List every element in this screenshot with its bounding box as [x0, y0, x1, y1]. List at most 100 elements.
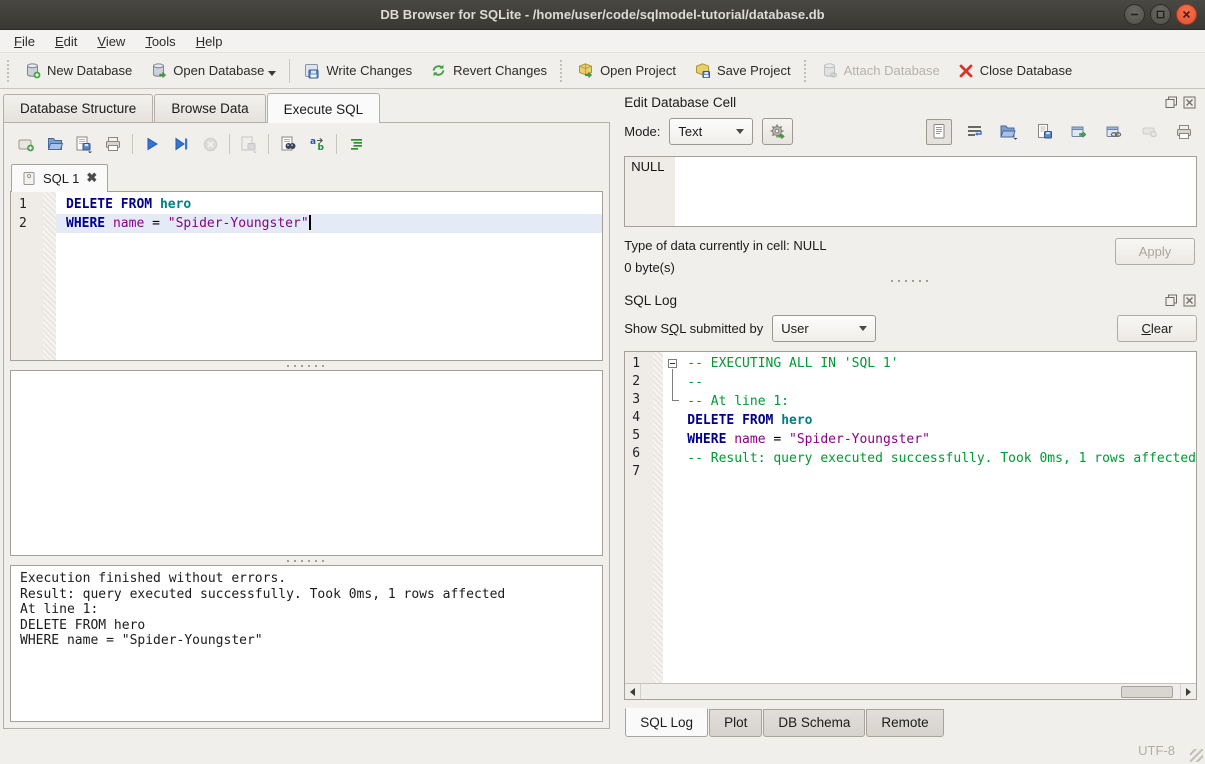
code-line: DELETE FROM hero	[56, 195, 602, 214]
open-sql-file-button[interactable]	[43, 132, 67, 156]
menu-view[interactable]: View	[87, 32, 135, 51]
cell-size-info: 0 byte(s)	[624, 260, 826, 275]
submitted-by-select[interactable]: User	[772, 315, 876, 342]
word-wrap-button[interactable]	[961, 119, 987, 145]
scrollbar-thumb[interactable]	[1121, 686, 1173, 698]
save-results-button	[237, 132, 261, 156]
sql-tab-label: SQL 1	[43, 171, 79, 186]
new-database-button[interactable]: New Database	[15, 58, 141, 83]
dock-tab-bar: SQL Log Plot DB Schema Remote	[624, 709, 1197, 737]
find-button[interactable]	[276, 132, 300, 156]
open-project-icon	[577, 62, 594, 79]
save-project-button[interactable]: Save Project	[685, 58, 800, 83]
dock-tab-db-schema[interactable]: DB Schema	[763, 709, 865, 737]
cell-value-editor[interactable]: NULL	[624, 156, 1197, 227]
revert-changes-icon	[430, 62, 447, 79]
cell-type-info: Type of data currently in cell: NULL	[624, 238, 826, 253]
log-line-numbers: 1234567	[625, 352, 653, 699]
cell-value-content[interactable]	[675, 157, 1196, 226]
execute-all-button[interactable]	[140, 132, 164, 156]
editor-fold-margin	[43, 192, 56, 360]
import-file-icon	[999, 123, 1019, 140]
dock-tab-sql-log[interactable]: SQL Log	[625, 708, 708, 737]
resize-grip[interactable]	[1190, 749, 1203, 762]
print-cell-button[interactable]	[1171, 119, 1197, 145]
splitter-handle[interactable]	[10, 361, 603, 370]
dock-float-button[interactable]	[1164, 96, 1178, 110]
sql-log-view[interactable]: 1234567 -- EXECUTING ALL IN 'SQL 1'---- …	[624, 351, 1197, 700]
format-sql-button[interactable]	[344, 132, 368, 156]
revert-changes-button[interactable]: Revert Changes	[421, 58, 556, 83]
close-button[interactable]	[1176, 4, 1197, 25]
set-null-icon	[1141, 125, 1158, 138]
sql-editor[interactable]: 12 DELETE FROM heroWHERE name = "Spider-…	[10, 191, 603, 361]
import-data-button[interactable]	[996, 119, 1022, 145]
text-mode-button[interactable]	[926, 119, 952, 145]
code-line: DELETE FROM hero	[663, 412, 1196, 431]
clear-log-button[interactable]: Clear	[1117, 315, 1197, 342]
dock-tab-plot[interactable]: Plot	[709, 709, 762, 737]
menu-file[interactable]: File	[4, 32, 45, 51]
open-external-icon	[1070, 124, 1088, 140]
menu-help[interactable]: Help	[186, 32, 233, 51]
tab-database-structure[interactable]: Database Structure	[3, 94, 153, 122]
open-sql-tab-button[interactable]	[14, 132, 38, 156]
splitter-handle[interactable]	[10, 556, 603, 565]
mode-select[interactable]: Text	[669, 118, 753, 145]
open-project-button[interactable]: Open Project	[568, 58, 685, 83]
database-close-icon	[958, 63, 974, 79]
print-button[interactable]	[101, 132, 125, 156]
dock-close-button[interactable]	[1182, 96, 1196, 110]
replace-button[interactable]: a b	[305, 132, 329, 156]
close-icon	[1183, 294, 1196, 307]
maximize-icon	[1156, 10, 1165, 19]
close-database-button[interactable]: Close Database	[949, 59, 1082, 83]
main-toolbar: New Database Open Database Write Changes…	[0, 53, 1205, 89]
cell-info-row: Type of data currently in cell: NULL 0 b…	[624, 238, 1197, 275]
filter-label: Show SQL submitted by	[624, 321, 763, 336]
maximize-button[interactable]	[1150, 4, 1171, 25]
tab-execute-sql[interactable]: Execute SQL	[267, 93, 381, 123]
sql-file-tab[interactable]: SQL 1 ✖	[11, 164, 108, 192]
dock-close-button[interactable]	[1182, 294, 1196, 308]
find-in-text-icon	[279, 135, 297, 153]
link-icon	[1105, 124, 1123, 140]
stop-button	[198, 132, 222, 156]
execute-sql-pane: a b	[3, 122, 610, 729]
word-wrap-icon	[966, 124, 983, 139]
float-icon	[1165, 294, 1178, 307]
minimize-button[interactable]	[1124, 4, 1145, 25]
tab-browse-data[interactable]: Browse Data	[154, 94, 265, 122]
menu-tools[interactable]: Tools	[135, 32, 185, 51]
toolbar-grip	[7, 60, 11, 82]
export-data-button[interactable]	[1031, 119, 1057, 145]
dock-splitter-handle[interactable]	[624, 275, 1197, 288]
scroll-right-arrow[interactable]	[1180, 684, 1196, 699]
open-database-button[interactable]: Open Database	[141, 58, 285, 83]
code-line: WHERE name = "Spider-Youngster"	[56, 214, 602, 233]
auto-apply-button[interactable]	[762, 118, 793, 145]
close-icon	[1183, 96, 1196, 109]
toolbar-separator	[229, 134, 230, 154]
cell-value-gutter: NULL	[625, 157, 675, 226]
fold-collapse-icon[interactable]	[668, 359, 677, 368]
open-database-dropdown-caret[interactable]	[268, 71, 276, 76]
code-line	[663, 469, 1196, 488]
left-panel: Database Structure Browse Data Execute S…	[0, 89, 615, 737]
stop-icon	[202, 136, 219, 153]
copy-link-button[interactable]	[1101, 119, 1127, 145]
dock-tab-remote[interactable]: Remote	[866, 709, 943, 737]
close-tab-icon[interactable]: ✖	[86, 170, 97, 186]
scroll-left-arrow[interactable]	[625, 684, 641, 699]
minimize-icon	[1130, 10, 1139, 19]
save-sql-file-button[interactable]	[72, 132, 96, 156]
save-results-icon	[239, 135, 259, 153]
dock-float-button[interactable]	[1164, 294, 1178, 308]
execute-line-button[interactable]	[169, 132, 193, 156]
main-tab-bar: Database Structure Browse Data Execute S…	[0, 89, 615, 122]
write-changes-button[interactable]: Write Changes	[294, 58, 421, 83]
menu-edit[interactable]: Edit	[45, 32, 87, 51]
open-in-external-button[interactable]	[1066, 119, 1092, 145]
status-bar: UTF-8	[0, 737, 1205, 764]
svg-text:b: b	[318, 143, 325, 153]
